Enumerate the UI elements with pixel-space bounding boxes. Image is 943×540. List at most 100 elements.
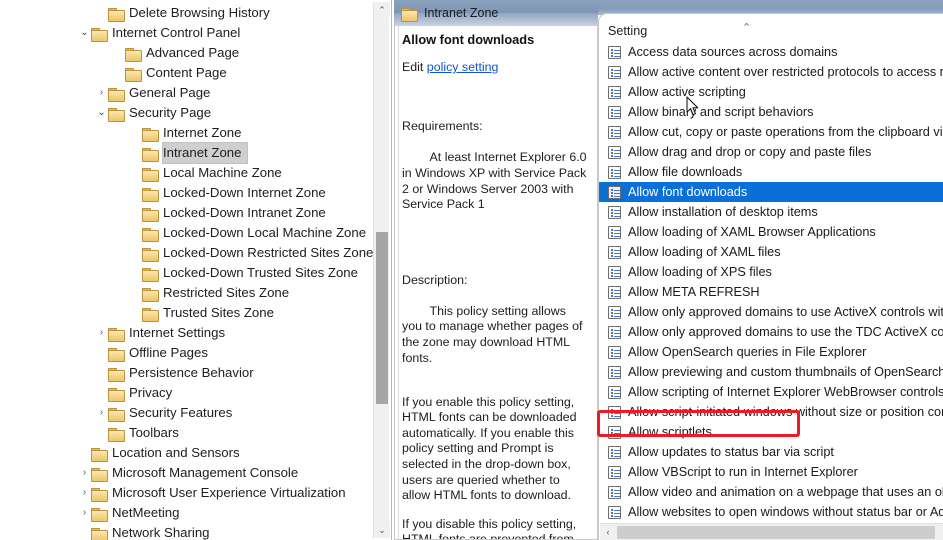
chevron-right-icon[interactable]: › [95, 323, 108, 343]
folder-icon [91, 27, 107, 40]
setting-column-header[interactable]: Setting ⌃ [599, 20, 943, 42]
tree-scrollbar-thumb[interactable] [376, 232, 388, 404]
settings-horizontal-scrollbar[interactable]: ‹ [600, 523, 943, 540]
folder-icon [108, 407, 124, 420]
tree-item[interactable]: Advanced Page [0, 43, 372, 63]
policy-setting-icon [608, 146, 621, 159]
scroll-down-arrow-icon[interactable]: ⌄ [374, 522, 390, 538]
edit-prefix-label: Edit [402, 60, 427, 74]
tree-item[interactable]: Privacy [0, 383, 372, 403]
tree-item[interactable]: Locked-Down Local Machine Zone [0, 223, 372, 243]
tree-item[interactable]: Locked-Down Trusted Sites Zone [0, 263, 372, 283]
scroll-up-arrow-icon[interactable]: ⌃ [374, 2, 390, 18]
tree-item[interactable]: Offline Pages [0, 343, 372, 363]
tree-item[interactable]: Network Sharing [0, 523, 372, 540]
chevron-down-icon[interactable]: ⌄ [95, 103, 108, 123]
scroll-left-arrow-icon[interactable]: ‹ [600, 524, 616, 540]
tree-item[interactable]: Intranet Zone [0, 143, 372, 163]
tree-item[interactable]: Locked-Down Restricted Sites Zone [0, 243, 372, 263]
detail-panel-header-label: Intranet Zone [424, 6, 498, 20]
tree-vertical-scrollbar[interactable]: ⌃ ⌄ [373, 2, 389, 538]
setting-row[interactable]: Allow font downloads [599, 182, 943, 202]
setting-row[interactable]: Allow scriptlets [599, 422, 943, 442]
folder-icon [91, 447, 107, 460]
tree-item-label: Offline Pages [129, 343, 214, 363]
edit-policy-line: Edit policy setting [402, 60, 589, 74]
setting-row[interactable]: Allow loading of XAML Browser Applicatio… [599, 222, 943, 242]
sort-ascending-icon[interactable]: ⌃ [742, 21, 751, 35]
setting-row-label: Allow loading of XAML files [628, 242, 781, 262]
setting-row[interactable]: Allow binary and script behaviors [599, 102, 943, 122]
chevron-right-icon[interactable]: › [95, 403, 108, 423]
requirements-heading: Requirements: [402, 119, 589, 135]
tree-item[interactable]: Locked-Down Internet Zone [0, 183, 372, 203]
setting-row-label: Allow active scripting [628, 82, 746, 102]
setting-row[interactable]: Access data sources across domains [599, 42, 943, 62]
chevron-down-icon[interactable]: ⌄ [78, 23, 91, 43]
setting-row[interactable]: Allow cut, copy or paste operations from… [599, 122, 943, 142]
requirements-text: At least Internet Explorer 6.0 in Window… [402, 150, 590, 211]
tree-item[interactable]: ›Security Features [0, 403, 372, 423]
settings-hscrollbar-thumb[interactable] [617, 526, 935, 539]
setting-row[interactable]: Allow loading of XPS files [599, 262, 943, 282]
setting-row[interactable]: Allow previewing and custom thumbnails o… [599, 362, 943, 382]
tree-item[interactable]: Content Page [0, 63, 372, 83]
description-text: This policy setting allows you to manage… [402, 304, 586, 365]
tree-item[interactable]: Internet Zone [0, 123, 372, 143]
edit-policy-setting-link[interactable]: policy setting [427, 60, 499, 74]
setting-row[interactable]: Allow active scripting [599, 82, 943, 102]
setting-row[interactable]: Allow only approved domains to use the T… [599, 322, 943, 342]
setting-row[interactable]: Allow websites to open windows without s… [599, 502, 943, 522]
setting-row[interactable]: Allow VBScript to run in Internet Explor… [599, 462, 943, 482]
tree-item[interactable]: ›General Page [0, 83, 372, 103]
settings-inner-pane: Setting ⌃ Access data sources across dom… [598, 20, 943, 540]
tree-item[interactable]: Persistence Behavior [0, 363, 372, 383]
tree-item-label: Locked-Down Local Machine Zone [163, 223, 372, 243]
chevron-right-icon[interactable]: › [78, 483, 91, 503]
tree-item[interactable]: Local Machine Zone [0, 163, 372, 183]
chevron-right-icon[interactable]: › [95, 83, 108, 103]
policy-tree-list[interactable]: Delete Browsing History⌄Internet Control… [0, 3, 372, 540]
setting-row[interactable]: Allow loading of XAML files [599, 242, 943, 262]
setting-row-label: Allow binary and script behaviors [628, 102, 813, 122]
setting-row[interactable]: Allow file downloads [599, 162, 943, 182]
tree-item[interactable]: ›NetMeeting [0, 503, 372, 523]
tree-item-label: Internet Control Panel [112, 23, 246, 43]
tree-item[interactable]: ⌄Security Page [0, 103, 372, 123]
tree-item[interactable]: ›Internet Settings [0, 323, 372, 343]
tree-item[interactable]: Locked-Down Intranet Zone [0, 203, 372, 223]
tree-item[interactable]: Delete Browsing History [0, 3, 372, 23]
setting-row[interactable]: Allow META REFRESH [599, 282, 943, 302]
setting-row[interactable]: Allow script-initiated windows without s… [599, 402, 943, 422]
tree-item-label: Internet Zone [163, 123, 247, 143]
tree-item[interactable]: Trusted Sites Zone [0, 303, 372, 323]
setting-row[interactable]: Allow installation of desktop items [599, 202, 943, 222]
folder-icon [142, 207, 158, 220]
setting-row[interactable]: Allow OpenSearch queries in File Explore… [599, 342, 943, 362]
setting-row[interactable]: Allow video and animation on a webpage t… [599, 482, 943, 502]
tree-item[interactable]: Location and Sensors [0, 443, 372, 463]
tree-item[interactable]: Restricted Sites Zone [0, 283, 372, 303]
tree-item[interactable]: ›Microsoft User Experience Virtualizatio… [0, 483, 372, 503]
setting-row-label: Allow websites to open windows without s… [628, 502, 943, 522]
tree-item-label: Locked-Down Internet Zone [163, 183, 332, 203]
setting-row[interactable]: Allow drag and drop or copy and paste fi… [599, 142, 943, 162]
setting-row[interactable]: Allow only approved domains to use Activ… [599, 302, 943, 322]
setting-row[interactable]: Allow updates to status bar via script [599, 442, 943, 462]
policy-setting-icon [608, 266, 621, 279]
tree-item[interactable]: ⌄ Internet Control Panel [0, 23, 372, 43]
tree-item[interactable]: ›Microsoft Management Console [0, 463, 372, 483]
folder-icon [142, 187, 158, 200]
chevron-right-icon[interactable]: › [78, 503, 91, 523]
setting-row[interactable]: Allow scripting of Internet Explorer Web… [599, 382, 943, 402]
chevron-right-icon[interactable]: › [78, 463, 91, 483]
setting-row-label: Allow only approved domains to use Activ… [628, 302, 943, 322]
setting-column-header-label: Setting [608, 24, 647, 38]
tree-item-label: Local Machine Zone [163, 163, 288, 183]
settings-rows-container[interactable]: Access data sources across domainsAllow … [599, 42, 943, 540]
policy-setting-icon [608, 386, 621, 399]
tree-item[interactable]: Toolbars [0, 423, 372, 443]
disable-behavior-text: If you disable this policy setting, HTML… [402, 517, 589, 540]
tree-item-label: Restricted Sites Zone [163, 283, 295, 303]
setting-row[interactable]: Allow active content over restricted pro… [599, 62, 943, 82]
